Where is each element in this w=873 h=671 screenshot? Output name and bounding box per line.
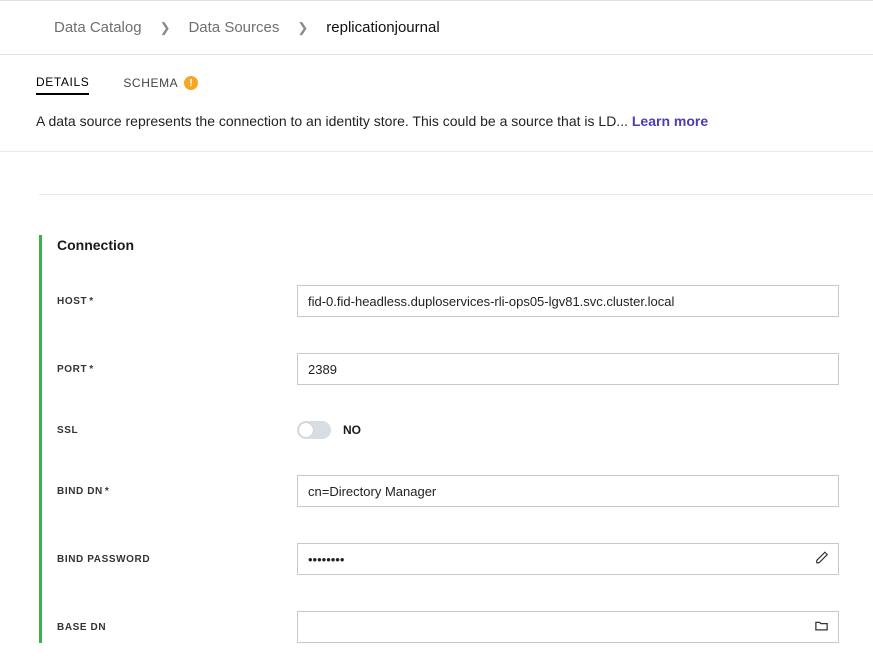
learn-more-link[interactable]: Learn more — [632, 113, 708, 129]
bind-password-input[interactable] — [297, 543, 839, 575]
breadcrumb: Data Catalog ❯ Data Sources ❯ replicatio… — [0, 0, 873, 55]
base-dn-label: BASE DN — [57, 622, 297, 633]
description: A data source represents the connection … — [0, 95, 873, 152]
folder-icon — [814, 618, 829, 633]
bind-password-label: BIND PASSWORD — [57, 554, 297, 565]
browse-base-dn-button[interactable] — [812, 616, 831, 638]
field-base-dn: BASE DN — [57, 611, 873, 643]
chevron-right-icon: ❯ — [297, 20, 308, 36]
field-host: HOST* — [57, 285, 873, 317]
breadcrumb-current: replicationjournal — [326, 19, 439, 36]
tab-details[interactable]: DETAILS — [36, 75, 89, 95]
description-text: A data source represents the connection … — [36, 113, 632, 129]
field-ssl: SSL NO — [57, 421, 873, 439]
port-input[interactable] — [297, 353, 839, 385]
ssl-toggle[interactable] — [297, 421, 331, 439]
warning-icon: ! — [184, 76, 198, 90]
field-bind-dn: BIND DN* — [57, 475, 873, 507]
field-bind-password: BIND PASSWORD — [57, 543, 873, 575]
bind-dn-label: BIND DN* — [57, 486, 297, 497]
section-title: Connection — [57, 237, 873, 253]
tab-schema-label: SCHEMA — [123, 76, 178, 90]
chevron-right-icon: ❯ — [160, 20, 171, 36]
field-port: PORT* — [57, 353, 873, 385]
tabs: DETAILS SCHEMA ! — [0, 55, 873, 95]
connection-section: Connection HOST* PORT* SSL NO — [39, 235, 873, 643]
host-label: HOST* — [57, 296, 297, 307]
bind-dn-input[interactable] — [297, 475, 839, 507]
port-label: PORT* — [57, 364, 297, 375]
ssl-toggle-state: NO — [343, 423, 361, 437]
tab-schema[interactable]: SCHEMA ! — [123, 76, 198, 94]
toggle-knob — [299, 423, 313, 437]
host-input[interactable] — [297, 285, 839, 317]
edit-password-button[interactable] — [813, 549, 831, 570]
breadcrumb-data-catalog[interactable]: Data Catalog — [54, 19, 142, 36]
pencil-icon — [815, 551, 829, 565]
breadcrumb-data-sources[interactable]: Data Sources — [188, 19, 279, 36]
ssl-label: SSL — [57, 425, 297, 436]
base-dn-input[interactable] — [297, 611, 839, 643]
